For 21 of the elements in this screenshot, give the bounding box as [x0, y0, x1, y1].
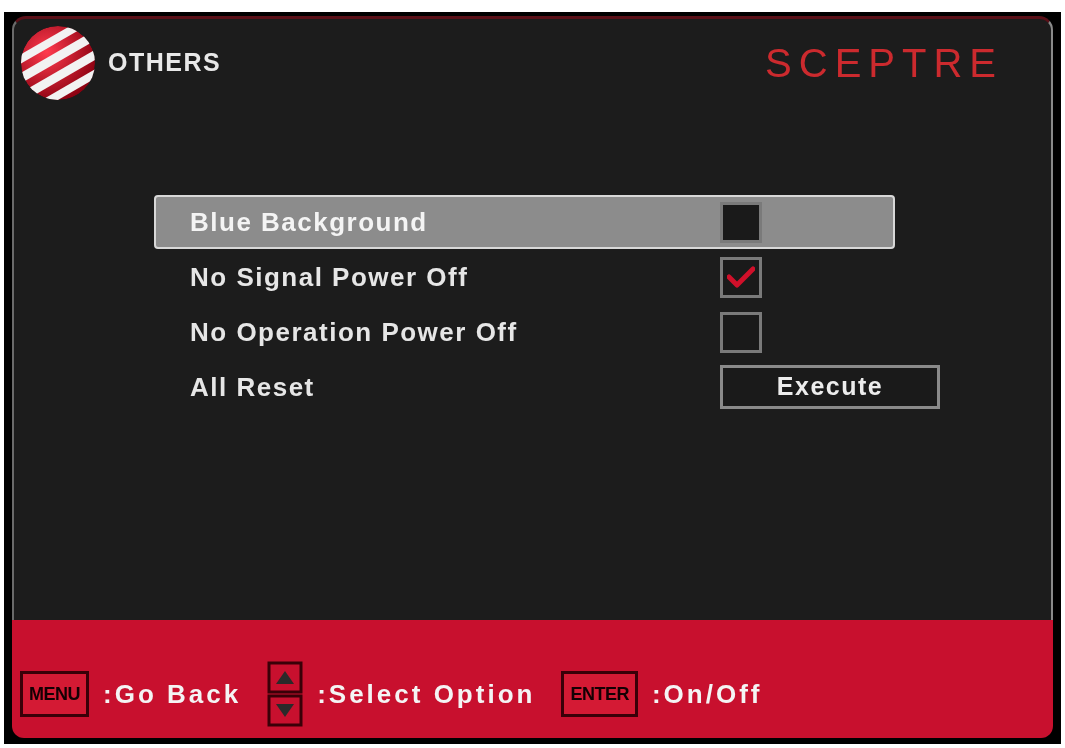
option-label: All Reset	[190, 370, 316, 404]
check-icon	[727, 266, 755, 288]
menu-title: OTHERS	[108, 47, 222, 79]
checkbox[interactable]	[720, 256, 762, 298]
remote-key: MENU	[20, 671, 89, 717]
remote-key: ENTER	[561, 671, 638, 717]
striped-sphere-logo-icon	[20, 25, 96, 101]
hint-label: :Go Back	[103, 677, 242, 711]
checkbox[interactable]	[720, 311, 762, 353]
menu-row[interactable]: No Operation Power Off	[154, 305, 895, 359]
checkbox[interactable]	[720, 201, 762, 243]
up-down-arrow-keys-icon	[267, 661, 304, 727]
option-label: Blue Background	[190, 205, 429, 239]
execute-button[interactable]: Execute	[720, 365, 940, 409]
menu-row[interactable]: All Reset Execute	[154, 360, 946, 414]
hint-label: :On/Off	[651, 677, 763, 711]
hint-label: :Select Option	[317, 677, 536, 711]
brand-logo: SCEPTRE	[765, 43, 1003, 83]
option-label: No Signal Power Off	[190, 260, 470, 294]
menu-row[interactable]: No Signal Power Off	[154, 250, 895, 304]
option-label: No Operation Power Off	[190, 315, 519, 349]
